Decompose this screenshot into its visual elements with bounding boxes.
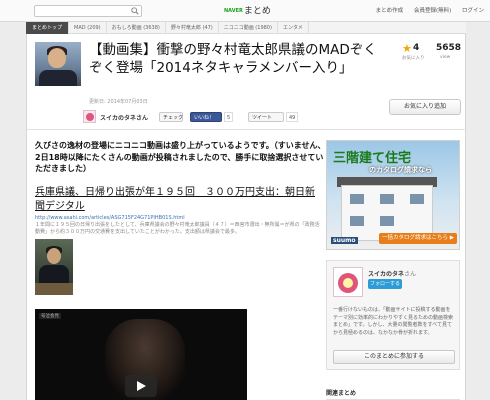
ad-banner[interactable]: 三階建て住宅 のカタログ請求なら suumo 一括カタログ請求はこちら ▶ (326, 140, 460, 250)
link-description: １年間に１９５回の日帰り出張をしたとして、兵庫県議会の野々村竜太郎議員（４７）＝… (35, 222, 320, 235)
category-nav: まとめトップ MAD (209) おもしろ動画 (3638) 野々村竜太郎 (47) ニ… (26, 22, 466, 34)
login-link[interactable]: ログイン (462, 8, 484, 14)
ad-catalog-button[interactable]: 一括カタログ請求はこちら ▶ (379, 233, 457, 244)
add-favorite-button[interactable]: お気に入り追加 (389, 99, 461, 115)
favorites-label: お気に入り (402, 56, 425, 61)
author-avatar[interactable] (83, 110, 96, 123)
nav-item-nonomura[interactable]: 野々村竜太郎 (47) (166, 22, 219, 34)
author-row: スイカのタネさん チェック いいね！ 5 ツイート 49 (83, 110, 343, 124)
profile-bio: 一番行けないものは、「動画サイトに投稿する動画をテーマ別に効率的にわかりやすく見… (333, 307, 454, 336)
logo-matome: まとめ (243, 6, 271, 17)
stats-box: ★ 4 お気に入り 5658 view (398, 42, 462, 86)
author-profile-card: スイカのタネさん フォローする 一番行けないものは、「動画サイトに投稿する動画を… (326, 260, 460, 370)
updated-date: 更新日: 2014年07月03日 (89, 99, 148, 105)
play-button[interactable] (125, 375, 157, 397)
video-label: 号泣会見 (39, 313, 61, 319)
join-matome-button[interactable]: このまとめに参加する (333, 350, 455, 364)
view-count: 5658 (436, 43, 462, 53)
article-title: 【動画集】衝撃の野々村竜太郎県議のMADぞくぞく登場「2014ネタキャラメンバー… (89, 42, 377, 76)
author-name[interactable]: スイカのタネさん (100, 113, 148, 122)
video-player[interactable]: 号泣会見 (35, 309, 247, 400)
link-url[interactable]: http://www.asahi.com/articles/ASG715F24G… (35, 215, 185, 221)
nav-item-entame[interactable]: エンタメ (278, 22, 309, 34)
mixi-check-button[interactable]: チェック (159, 112, 183, 122)
top-bar: NAVERまとめ まとめ作成 会員登録(無料) ログイン (0, 0, 490, 22)
nav-item-top[interactable]: まとめトップ (26, 22, 70, 34)
header-links: まとめ作成 会員登録(無料) ログイン (367, 6, 484, 16)
star-icon: ★ (402, 42, 412, 55)
ad-headline: 三階建て住宅 (333, 151, 412, 166)
lead-text: 久びさの逸材の登場にニコニコ動画は盛り上がっているようです。（すいません、2日1… (35, 141, 326, 173)
related-heading: 関連まとめ (326, 390, 357, 397)
tweet-button[interactable]: ツイート (248, 112, 284, 122)
ad-brand-logo: suumo (331, 237, 358, 244)
matome-page: 【動画集】衝撃の野々村竜太郎県議のMADぞくぞく登場「2014ネタキャラメンバー… (26, 34, 467, 400)
create-matome-link[interactable]: まとめ作成 (376, 8, 404, 14)
search-input[interactable] (34, 5, 142, 17)
logo-naver: NAVER (224, 8, 243, 14)
profile-avatar[interactable] (333, 267, 363, 297)
follow-button[interactable]: フォローする (368, 279, 402, 289)
article-thumbnail (35, 42, 81, 86)
nav-item-mad[interactable]: MAD (209) (69, 22, 107, 34)
profile-name[interactable]: スイカのタネさん (368, 269, 416, 278)
article-header: 【動画集】衝撃の野々村竜太郎県議のMADぞくぞく登場「2014ネタキャラメンバー… (27, 34, 467, 130)
facebook-like-button[interactable]: いいね！ (190, 112, 222, 122)
tweet-count: 49 (286, 112, 299, 122)
naver-matome-logo[interactable]: NAVERまとめ (224, 5, 271, 18)
nav-item-niconico[interactable]: ニコニコ動画 (1980) (219, 22, 278, 34)
link-thumbnail[interactable] (35, 239, 73, 295)
view-label: view (440, 55, 451, 60)
ad-subline: のカタログ請求なら (369, 166, 432, 174)
link-title[interactable]: 兵庫県議、日帰り出張が年１９５回 ３００万円支出：朝日新聞デジタル (35, 186, 315, 214)
facebook-like-count: 5 (224, 112, 234, 122)
nav-item-funny-video[interactable]: おもしろ動画 (3638) (107, 22, 166, 34)
favorites-count: 4 (413, 43, 420, 53)
browser-frame: NAVERまとめ まとめ作成 会員登録(無料) ログイン まとめトップ MAD (… (0, 0, 490, 400)
search-icon[interactable] (131, 7, 139, 15)
register-link[interactable]: 会員登録(無料) (414, 8, 451, 14)
